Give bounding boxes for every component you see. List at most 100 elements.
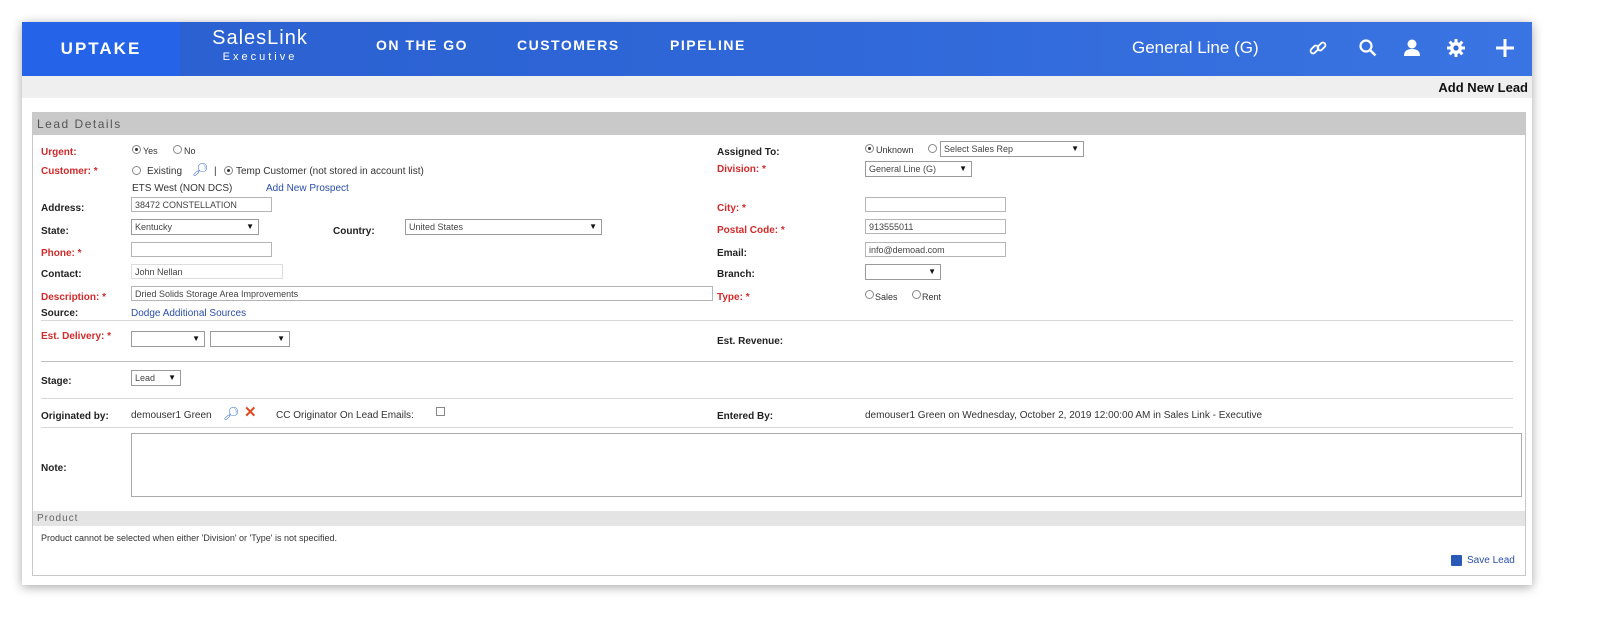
source-label: Source: <box>41 308 79 319</box>
sales-rep-value: Select Sales Rep <box>944 144 1014 154</box>
contact-input[interactable]: John Nellan <box>131 264 283 279</box>
est-delivery-year-select[interactable]: ▼ <box>210 331 290 347</box>
brand-title: SalesLink <box>212 27 308 49</box>
originator-search-icon[interactable]: 🔎︎ <box>223 406 240 422</box>
est-delivery-label: Est. Delivery: * <box>41 331 112 342</box>
product-message: Product cannot be selected when either '… <box>41 533 338 543</box>
assigned-rep-radio[interactable] <box>928 144 937 153</box>
division-value: General Line (G) <box>869 164 937 174</box>
type-sales-radio[interactable] <box>865 290 874 299</box>
state-select[interactable]: Kentucky ▼ <box>131 219 259 235</box>
product-header: Product <box>33 511 1525 526</box>
divider-line <box>41 398 1513 399</box>
customer-search-icon[interactable]: 🔎︎ <box>192 162 209 178</box>
state-value: Kentucky <box>135 222 173 232</box>
postal-code-input[interactable]: 913555011 <box>865 219 1006 234</box>
stage-value: Lead <box>135 373 156 383</box>
branch-label: Branch: <box>717 269 755 280</box>
lead-details-header: Lead Details <box>33 113 1525 135</box>
customer-existing-label: Existing <box>147 166 183 177</box>
nav-on-the-go[interactable]: ON THE GO <box>376 22 468 76</box>
urgent-yes-radio[interactable] <box>132 145 141 154</box>
email-input[interactable]: info@demoad.com <box>865 242 1006 257</box>
country-value: United States <box>409 222 464 232</box>
description-label: Description: * <box>41 292 107 303</box>
uptake-logo[interactable]: UPTAKE <box>22 22 180 76</box>
stage-label: Stage: <box>41 376 72 387</box>
link-icon[interactable] <box>1306 36 1330 60</box>
entered-by-label: Entered By: <box>717 411 774 422</box>
entered-by-value: demouser1 Green on Wednesday, October 2,… <box>865 410 1263 421</box>
country-select[interactable]: United States ▼ <box>405 219 602 235</box>
page-action-bar: Add New Lead <box>22 76 1532 98</box>
customer-temp-label: Temp Customer (not stored in account lis… <box>236 166 424 177</box>
country-label: Country: <box>333 226 375 237</box>
customer-temp-radio[interactable] <box>224 166 233 175</box>
cc-originator-checkbox[interactable] <box>436 407 445 416</box>
division-select[interactable]: General Line (G) ▼ <box>865 161 972 177</box>
assigned-unknown-radio[interactable] <box>865 144 874 153</box>
branch-select[interactable]: ▼ <box>865 264 941 280</box>
state-label: State: <box>41 226 69 237</box>
customer-label: Customer: * <box>41 166 98 177</box>
urgent-no-radio[interactable] <box>173 145 182 154</box>
division-selector[interactable]: General Line (G) <box>1132 22 1259 76</box>
app-window: UPTAKE SalesLink Executive ON THE GO CUS… <box>22 22 1532 585</box>
note-textarea[interactable] <box>131 433 1522 497</box>
plus-icon[interactable] <box>1493 36 1517 60</box>
lead-form-panel: Lead Details Urgent: Yes No Customer: * … <box>32 112 1526 576</box>
sales-rep-chevron-down-icon: ▼ <box>1071 144 1079 153</box>
note-label: Note: <box>41 463 67 474</box>
nav-customers[interactable]: CUSTOMERS <box>517 22 620 76</box>
top-navigation-bar: UPTAKE SalesLink Executive ON THE GO CUS… <box>22 22 1532 76</box>
branch-chevron-down-icon: ▼ <box>928 267 936 276</box>
type-label: Type: * <box>717 292 750 303</box>
search-icon[interactable] <box>1356 36 1380 60</box>
country-chevron-down-icon: ▼ <box>589 222 597 231</box>
originated-by-value: demouser1 Green <box>131 410 212 421</box>
contact-label: Contact: <box>41 269 82 280</box>
save-icon[interactable] <box>1451 555 1462 566</box>
source-link[interactable]: Dodge Additional Sources <box>131 308 246 319</box>
type-rent-radio[interactable] <box>912 290 921 299</box>
address-label: Address: <box>41 203 85 214</box>
customer-name: ETS West (NON DCS) <box>132 183 233 194</box>
description-input[interactable]: Dried Solids Storage Area Improvements <box>131 286 713 301</box>
nav-pipeline[interactable]: PIPELINE <box>670 22 746 76</box>
stage-select[interactable]: Lead ▼ <box>131 370 181 386</box>
city-label: City: * <box>717 203 746 214</box>
division-label: Division: * <box>717 164 766 175</box>
city-input[interactable] <box>865 197 1006 212</box>
assigned-unknown-label: Unknown <box>876 145 914 155</box>
postal-code-label: Postal Code: * <box>717 225 785 236</box>
page-title: Add New Lead <box>1438 80 1528 95</box>
phone-label: Phone: * <box>41 248 82 259</box>
phone-input[interactable] <box>131 242 272 257</box>
email-label: Email: <box>717 248 748 259</box>
est-delivery-month-select[interactable]: ▼ <box>131 331 205 347</box>
stage-chevron-down-icon: ▼ <box>168 373 176 382</box>
cc-originator-label: CC Originator On Lead Emails: <box>276 410 414 421</box>
gear-icon[interactable] <box>1444 36 1468 60</box>
divider-line <box>41 361 1513 362</box>
urgent-label: Urgent: <box>41 147 77 158</box>
customer-divider: | <box>214 166 217 177</box>
add-new-prospect-link[interactable]: Add New Prospect <box>266 183 349 194</box>
address-input[interactable]: 38472 CONSTELLATION <box>131 197 272 212</box>
state-chevron-down-icon: ▼ <box>246 222 254 231</box>
year-chevron-down-icon: ▼ <box>277 334 285 343</box>
urgent-no-label: No <box>184 146 196 156</box>
originated-by-label: Originated by: <box>41 411 109 422</box>
divider-line <box>41 320 1513 321</box>
clear-originator-icon[interactable]: ✕ <box>244 403 257 421</box>
app-brand[interactable]: SalesLink Executive <box>180 22 340 76</box>
type-rent-label: Rent <box>922 292 942 302</box>
sales-rep-select[interactable]: Select Sales Rep ▼ <box>940 141 1084 157</box>
customer-existing-radio[interactable] <box>132 166 141 175</box>
type-sales-label: Sales <box>875 292 898 302</box>
user-icon[interactable] <box>1400 36 1424 60</box>
save-lead-button[interactable]: Save Lead <box>1467 555 1515 566</box>
urgent-yes-label: Yes <box>143 146 158 156</box>
brand-subtitle: Executive <box>222 51 298 63</box>
assigned-to-label: Assigned To: <box>717 147 780 158</box>
